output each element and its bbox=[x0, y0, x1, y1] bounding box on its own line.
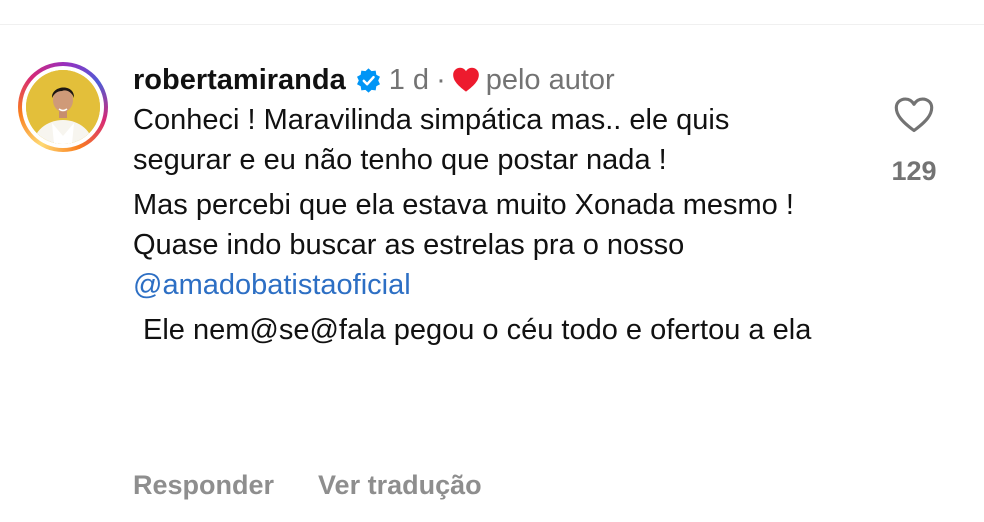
comment-paragraph: Conheci ! Maravilinda simpática mas.. el… bbox=[133, 100, 833, 180]
paragraph-text: Ele nem@se@fala pegou o céu todo e ofert… bbox=[143, 314, 812, 346]
heart-outline-icon[interactable] bbox=[893, 96, 935, 134]
liked-by-author-label: pelo autor bbox=[485, 63, 615, 96]
comment-screen: robertamiranda 1 d · pelo autor Conheci … bbox=[0, 0, 984, 522]
comment-paragraph: Ele nem@se@fala pegou o céu todo e ofert… bbox=[133, 310, 833, 350]
comment-body: robertamiranda 1 d · pelo autor Conheci … bbox=[133, 60, 833, 350]
username-link[interactable]: robertamiranda bbox=[133, 64, 346, 97]
avatar-image bbox=[26, 70, 100, 144]
like-area: 129 bbox=[876, 96, 952, 187]
story-ring[interactable] bbox=[18, 62, 108, 152]
reply-button[interactable]: Responder bbox=[133, 470, 274, 501]
comment-text: Conheci ! Maravilinda simpática mas.. el… bbox=[133, 100, 833, 350]
comment-paragraph: Mas percebi que ela estava muito Xonada … bbox=[133, 185, 833, 305]
heart-filled-icon bbox=[452, 67, 479, 92]
comment-header: robertamiranda 1 d · pelo autor bbox=[133, 60, 833, 100]
see-translation-button[interactable]: Ver tradução bbox=[318, 470, 482, 501]
like-count: 129 bbox=[891, 156, 937, 186]
verified-badge-icon bbox=[356, 67, 380, 93]
comment-timestamp: 1 d bbox=[388, 63, 430, 96]
avatar[interactable] bbox=[26, 70, 100, 144]
avatar-frame bbox=[22, 66, 104, 148]
meta-separator: · bbox=[436, 63, 446, 96]
paragraph-text: Mas percebi que ela estava muito Xonada … bbox=[133, 189, 794, 261]
paragraph-text: Conheci ! Maravilinda simpática mas.. el… bbox=[133, 104, 730, 176]
mention-link[interactable]: @amadobatistaoficial bbox=[133, 269, 411, 301]
comment-actions: Responder Ver tradução bbox=[133, 470, 482, 501]
divider bbox=[0, 24, 984, 25]
